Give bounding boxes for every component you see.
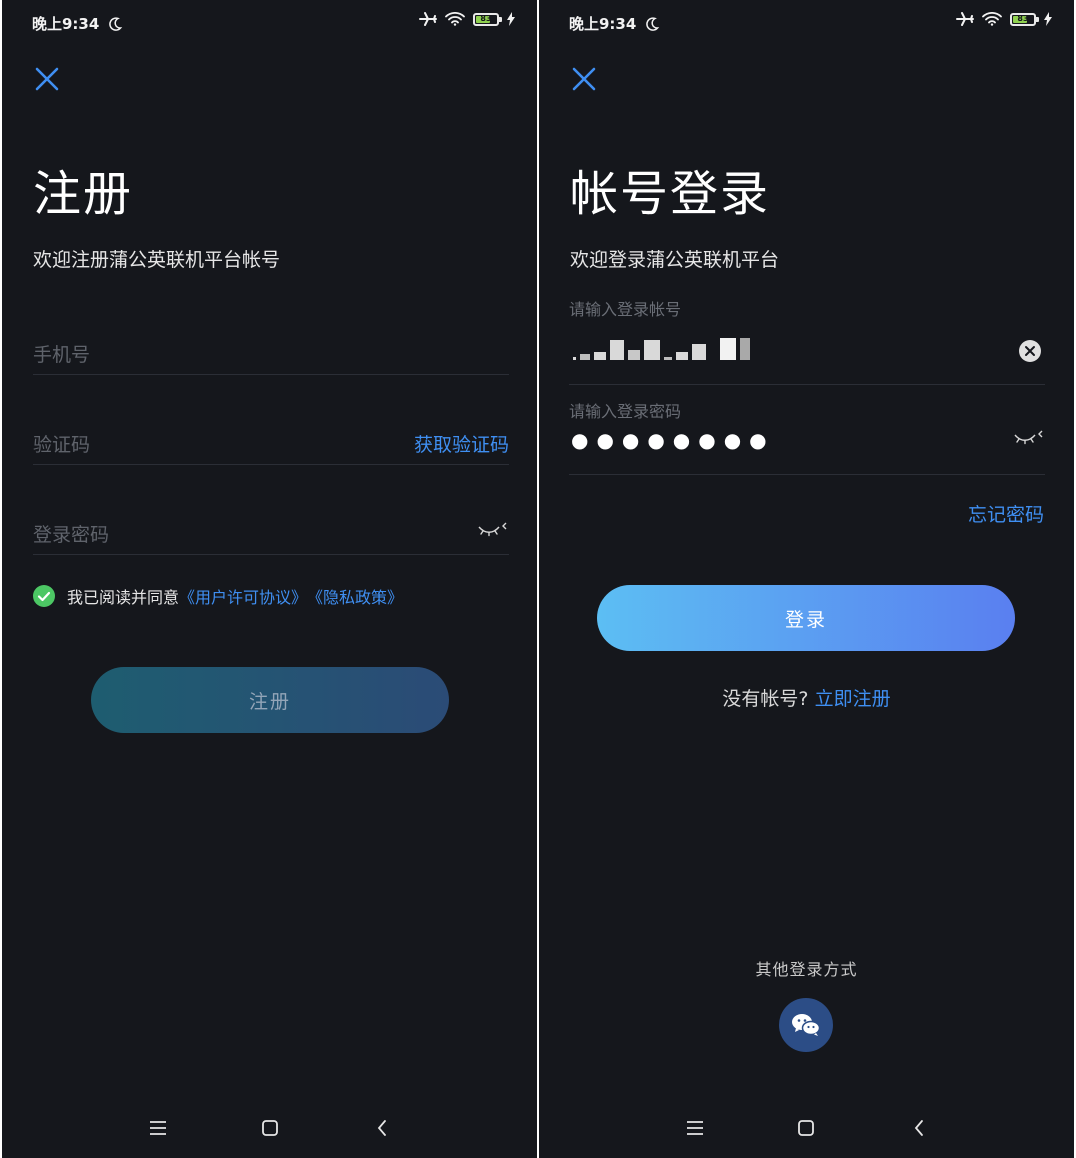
menu-button[interactable] [679,1112,711,1144]
status-time-text: 晚上9:34 [32,15,100,33]
phone-placeholder: 手机号 [33,344,91,366]
page-title: 注册 [33,166,134,222]
navigation-bar [2,1112,537,1144]
user-agreement-link[interactable]: 《用户许可协议》 [179,584,307,608]
clear-icon[interactable] [1019,340,1041,362]
back-icon [377,1120,386,1136]
status-bar-icons: 83 [956,12,1052,26]
password-field[interactable]: 登录密码 [33,514,509,555]
login-button[interactable]: 登录 [597,585,1015,651]
eye-closed-icon[interactable] [1013,428,1045,448]
page-subtitle: 欢迎登录蒲公英联机平台 [570,249,780,271]
airplane-icon [419,12,437,26]
privacy-policy-link[interactable]: 《隐私政策》 [307,584,403,608]
charging-icon [507,12,515,26]
eye-closed-icon[interactable] [477,520,509,540]
back-button[interactable] [366,1112,398,1144]
home-button[interactable] [790,1112,822,1144]
password-value: ●●●●●●●● [571,428,775,452]
battery-level: 83 [1017,14,1029,23]
home-button[interactable] [254,1112,286,1144]
status-time-text: 晚上9:34 [569,15,637,33]
no-account-row: 没有帐号? 立即注册 [539,684,1074,711]
status-bar-time: 晚上9:34 [32,13,123,34]
battery-icon: 83 [1010,12,1039,26]
airplane-icon [956,12,974,26]
wifi-icon [982,12,1002,26]
battery-icon: 83 [473,12,502,26]
forgot-password-link[interactable]: 忘记密码 [968,500,1044,527]
other-login-label: 其他登录方式 [755,960,858,979]
agreement-row: 我已阅读并同意 《用户许可协议》 《隐私政策》 [33,584,403,608]
navigation-bar [539,1112,1074,1144]
back-button[interactable] [903,1112,935,1144]
code-placeholder: 验证码 [33,434,91,456]
close-icon[interactable] [569,64,599,94]
battery-level: 83 [480,14,492,23]
get-code-button[interactable]: 获取验证码 [414,430,509,457]
check-circle-icon[interactable] [33,585,55,607]
wifi-icon [445,12,465,26]
agreement-text: 我已阅读并同意 [67,588,180,607]
close-icon[interactable] [32,64,62,94]
phone-field[interactable]: 手机号 [33,334,509,375]
back-icon [914,1120,923,1136]
menu-icon [150,1121,166,1135]
account-label: 请输入登录帐号 [569,300,682,319]
home-icon [798,1120,814,1136]
wechat-icon [792,1014,821,1036]
password-field[interactable]: ●●●●●●●● [569,428,1045,475]
status-bar-icons: 83 [419,12,515,26]
account-value-redacted [573,338,750,360]
wechat-login-button[interactable] [779,998,833,1052]
register-screen: 晚上9:34 83 注册 欢迎注册蒲公英联机平台帐号 手机号 验证码 获取验证码… [2,0,537,1158]
menu-icon [687,1121,703,1135]
register-now-link[interactable]: 立即注册 [815,688,891,710]
home-icon [262,1120,278,1136]
account-field[interactable] [569,332,1045,385]
login-screen: 晚上9:34 83 帐号登录 欢迎登录蒲公英联机平台 请输入登录帐号 请输入登录… [539,0,1074,1158]
menu-button[interactable] [142,1112,174,1144]
no-account-text: 没有帐号? [722,688,809,710]
password-label: 请输入登录密码 [569,402,682,421]
password-placeholder: 登录密码 [33,524,110,546]
register-button[interactable]: 注册 [91,667,449,733]
verification-code-field[interactable]: 验证码 获取验证码 [33,424,509,465]
page-title: 帐号登录 [570,166,771,222]
moon-icon [646,16,660,31]
charging-icon [1044,12,1052,26]
moon-icon [109,16,123,31]
page-subtitle: 欢迎注册蒲公英联机平台帐号 [33,249,281,271]
status-bar-time: 晚上9:34 [569,13,660,34]
